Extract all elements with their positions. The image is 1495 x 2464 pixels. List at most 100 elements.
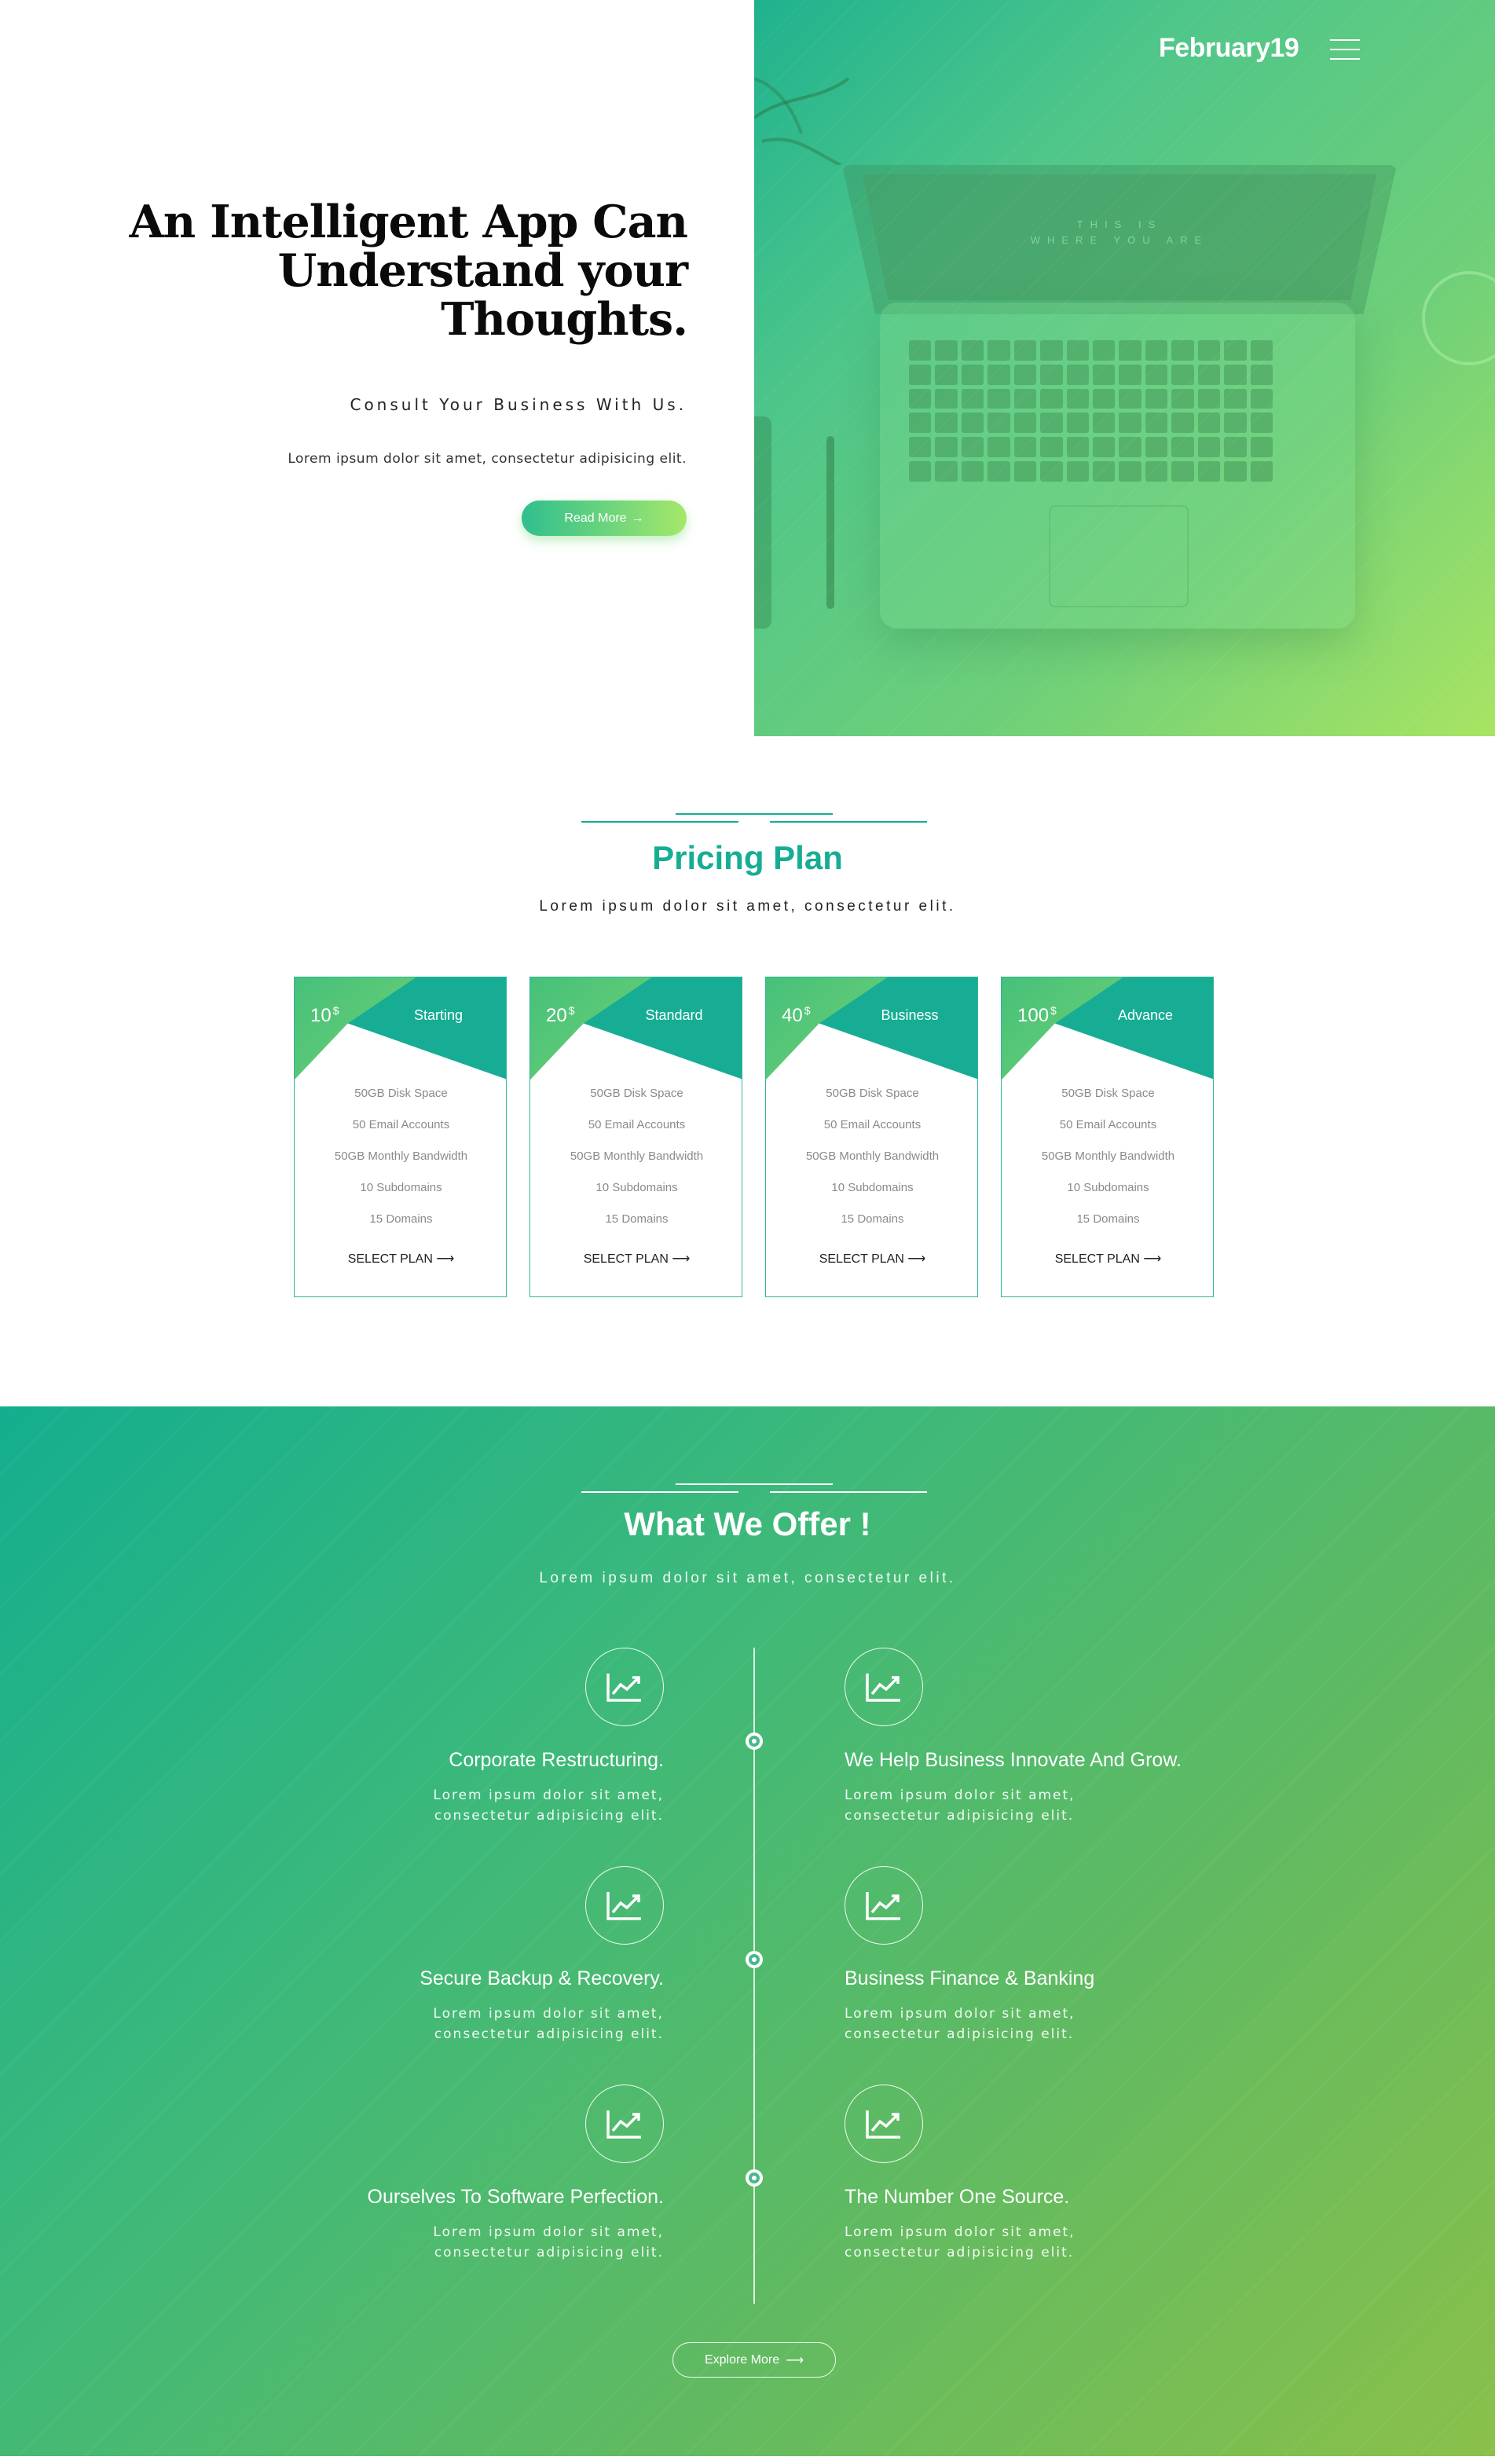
key-image	[1093, 364, 1116, 385]
feature-item: 10 Subdomains	[595, 1181, 678, 1194]
key-image	[1171, 412, 1194, 434]
key-image	[935, 461, 958, 482]
plan-price: 40 $	[782, 1004, 811, 1027]
key-image	[988, 388, 1010, 409]
key-image	[1250, 437, 1273, 458]
plan-price: 20 $	[546, 1004, 575, 1027]
read-more-button[interactable]: Read More →	[522, 500, 687, 536]
feature-item: 50GB Monthly Bandwidth	[1041, 1150, 1175, 1163]
key-image	[1119, 412, 1141, 434]
select-plan-button[interactable]: SELECT PLAN ⟶	[1002, 1251, 1213, 1267]
key-image	[1119, 340, 1141, 361]
offer-item-title: Ourselves To Software Perfection.	[367, 2186, 665, 2208]
keyboard-image	[909, 340, 1273, 482]
hero-title-line: Understand your	[277, 244, 688, 297]
select-plan-button[interactable]: SELECT PLAN ⟶	[530, 1251, 742, 1267]
key-image	[1119, 461, 1141, 482]
key-image	[1119, 388, 1141, 409]
hero-section: An Intelligent App Can Understand your T…	[0, 0, 1495, 736]
feature-item: 15 Domains	[369, 1212, 433, 1226]
key-image	[1119, 437, 1141, 458]
timeline-dot	[746, 2169, 763, 2187]
hamburger-menu-icon[interactable]	[1330, 38, 1360, 61]
key-image	[1066, 364, 1089, 385]
feature-item: 50 Email Accounts	[352, 1118, 450, 1131]
feature-list: 50GB Disk Space 50 Email Accounts 50GB M…	[295, 1078, 506, 1235]
offer-item-title: Corporate Restructuring.	[449, 1749, 664, 1771]
key-image	[1197, 364, 1221, 385]
key-image	[1013, 364, 1037, 385]
pricing-card-advance: 100 $ Advance 50GB Disk Space 50 Email Ac…	[1001, 977, 1214, 1297]
key-image	[988, 340, 1010, 361]
price-currency: $	[568, 1004, 575, 1017]
key-image	[1197, 412, 1221, 434]
feature-item: 50GB Monthly Bandwidth	[805, 1150, 940, 1163]
offer-section: What We Offer ! Lorem ipsum dolor sit am…	[0, 1406, 1495, 2456]
price-currency: $	[1050, 1004, 1057, 1017]
chart-trend-icon	[845, 2084, 923, 2163]
key-image	[1040, 364, 1063, 385]
arrow-right-icon: →	[631, 511, 644, 525]
pricing-card-standard: 20 $ Standard 50GB Disk Space 50 Email Ac…	[529, 977, 742, 1297]
key-image	[1145, 412, 1168, 434]
feature-item: 50 Email Accounts	[588, 1118, 686, 1131]
key-image	[1197, 437, 1221, 458]
chart-trend-icon	[585, 1866, 664, 1945]
feature-item: 50GB Monthly Bandwidth	[334, 1150, 468, 1163]
key-image	[1171, 437, 1194, 458]
key-image	[1040, 461, 1063, 482]
plan-name: Starting	[413, 1007, 464, 1023]
offer-item-title: Secure Backup & Recovery.	[420, 1967, 664, 1989]
arrow-right-icon: ⟶	[786, 2353, 804, 2367]
select-plan-button[interactable]: SELECT PLAN ⟶	[295, 1251, 506, 1267]
key-image	[1093, 412, 1116, 434]
brand-logo[interactable]: February19	[1159, 33, 1299, 64]
feature-list: 50GB Disk Space 50 Email Accounts 50GB M…	[1002, 1078, 1213, 1235]
key-image	[1197, 461, 1221, 482]
explore-more-button[interactable]: Explore More ⟶	[672, 2342, 836, 2378]
screen-text-line: WHERE YOU ARE	[1030, 234, 1209, 246]
select-plan-button[interactable]: SELECT PLAN ⟶	[766, 1251, 977, 1267]
laptop-lid-image	[842, 165, 1397, 314]
feature-item: 50GB Disk Space	[354, 1087, 448, 1100]
feature-item: 50GB Monthly Bandwidth	[570, 1150, 704, 1163]
arrow-right-icon: ⟶	[907, 1252, 926, 1266]
price-currency: $	[804, 1004, 811, 1017]
laptop-base-image	[880, 302, 1355, 629]
hero-title-line: An Intelligent App Can	[129, 196, 688, 248]
key-image	[961, 388, 984, 409]
arrow-right-icon: ⟶	[436, 1252, 455, 1266]
feature-item: 50 Email Accounts	[1059, 1118, 1157, 1131]
trackpad-image	[1049, 505, 1189, 607]
key-image	[909, 388, 932, 409]
key-image	[961, 461, 984, 482]
arrow-right-icon: ⟶	[1143, 1252, 1162, 1266]
key-image	[1066, 412, 1089, 434]
key-image	[1066, 388, 1089, 409]
key-image	[1093, 461, 1116, 482]
plan-price: 10 $	[310, 1004, 339, 1027]
key-image	[1040, 412, 1063, 434]
chart-trend-icon	[585, 1648, 664, 1726]
key-image	[1197, 340, 1221, 361]
feature-item: 10 Subdomains	[360, 1181, 442, 1194]
offer-item-text: Lorem ipsum dolor sit amet, consectetur …	[433, 1788, 664, 1824]
key-image	[988, 461, 1010, 482]
key-image	[1066, 437, 1089, 458]
key-image	[1013, 388, 1037, 409]
screen-text-line: THIS IS	[1076, 218, 1163, 230]
key-image	[988, 437, 1010, 458]
feature-item: 50GB Disk Space	[590, 1087, 683, 1100]
price-value: 10	[310, 1005, 332, 1026]
feature-item: 10 Subdomains	[1067, 1181, 1149, 1194]
key-image	[1250, 388, 1273, 409]
offer-item-title: We Help Business Innovate And Grow.	[845, 1749, 1182, 1771]
pricing-subtitle: Lorem ipsum dolor sit amet, consectetur …	[539, 898, 956, 915]
key-image	[935, 412, 958, 434]
key-image	[1171, 340, 1194, 361]
key-image	[1145, 461, 1168, 482]
feature-item: 10 Subdomains	[831, 1181, 914, 1194]
offer-item-title: Business Finance & Banking	[845, 1967, 1095, 1989]
pricing-title: Pricing Plan	[652, 839, 843, 876]
key-image	[1040, 437, 1063, 458]
